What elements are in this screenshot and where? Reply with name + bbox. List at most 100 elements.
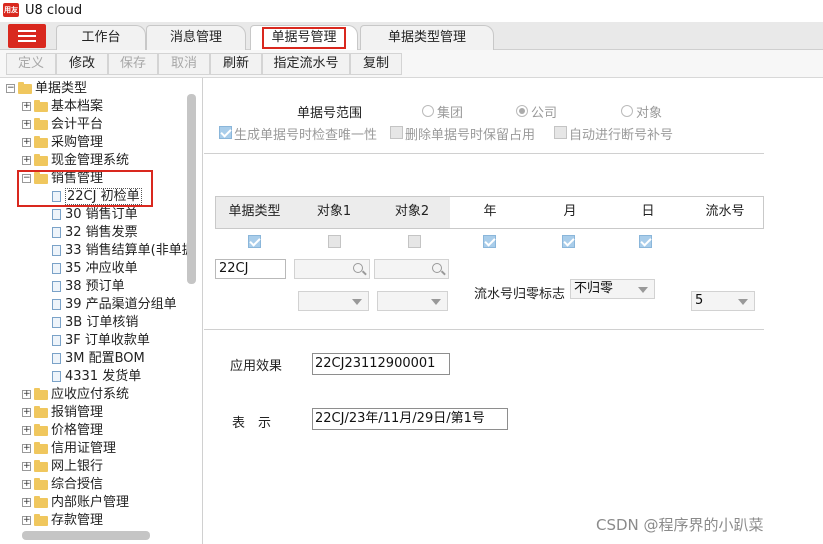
refresh-button[interactable]: 刷新 <box>210 53 262 75</box>
object1-select[interactable] <box>298 291 369 311</box>
document-icon <box>52 353 61 364</box>
expand-icon[interactable]: + <box>22 462 31 471</box>
year-checkbox[interactable] <box>483 235 496 248</box>
chevron-down-icon <box>738 299 748 305</box>
tree-root[interactable]: − 单据类型 <box>6 80 87 98</box>
copy-button[interactable]: 复制 <box>350 53 402 75</box>
expand-icon[interactable]: + <box>22 516 31 525</box>
document-type-tree: − 单据类型 + 基本档案 + 会计平台 + 采购管理 + 现金管理系统 − 销售管理 22… <box>0 78 203 544</box>
tab-document-number-management[interactable]: 单据号管理 <box>250 25 358 50</box>
tree-item-30[interactable]: 30 销售订单 <box>52 206 138 224</box>
tree-item-purchase[interactable]: + 采购管理 <box>22 134 103 152</box>
define-button[interactable]: 定义 <box>6 53 56 75</box>
collapse-icon[interactable]: − <box>6 84 15 93</box>
tree-item-label: 4331 发货单 <box>65 369 142 384</box>
tree-item-38[interactable]: 38 预订单 <box>52 278 125 296</box>
tree-item-online-bank[interactable]: + 网上银行 <box>22 458 103 476</box>
tree-item-32[interactable]: 32 销售发票 <box>52 224 138 242</box>
tree-item-label: 报销管理 <box>51 405 104 420</box>
object1-input[interactable] <box>294 259 370 279</box>
auto-fill-checkbox[interactable] <box>554 126 567 139</box>
hamburger-menu-icon[interactable] <box>8 24 46 48</box>
tree-item-39[interactable]: 39 产品渠道分组单 <box>52 296 177 314</box>
tree-item-price[interactable]: + 价格管理 <box>22 422 103 440</box>
tree-item-4331[interactable]: 4331 发货单 <box>52 368 141 386</box>
check-unique-checkbox[interactable] <box>219 126 232 139</box>
tree-item-cash[interactable]: + 现金管理系统 <box>22 152 129 170</box>
effect-value-field: 22CJ23112900001 <box>312 353 450 375</box>
tree-item-reimbursement[interactable]: + 报销管理 <box>22 404 103 422</box>
tab-bar: 工作台 消息管理 单据号管理 单据类型管理 <box>0 22 823 50</box>
tab-document-type-management[interactable]: 单据类型管理 <box>360 25 494 50</box>
radio-group[interactable] <box>422 105 434 117</box>
tab-workbench-label: 工作台 <box>81 30 121 45</box>
radio-object[interactable] <box>621 105 633 117</box>
expand-icon[interactable]: + <box>22 390 31 399</box>
tree-item-receivables[interactable]: + 应收应付系统 <box>22 386 129 404</box>
chevron-down-icon <box>352 299 362 305</box>
expand-icon[interactable]: + <box>22 156 31 165</box>
tree-item-label: 30 销售订单 <box>65 207 138 222</box>
tree-item-accounting-platform[interactable]: + 会计平台 <box>22 116 103 134</box>
serial-length-value: 5 <box>695 293 704 308</box>
modify-button[interactable]: 修改 <box>56 53 108 75</box>
tree-item-3f[interactable]: 3F 订单收款单 <box>52 332 150 350</box>
reset-flag-select[interactable]: 不归零 <box>570 279 655 299</box>
auto-fill-label: 自动进行断号补号 <box>569 128 674 143</box>
document-icon <box>52 317 61 328</box>
serial-length-select[interactable]: 5 <box>691 291 755 311</box>
cancel-button[interactable]: 取消 <box>158 53 210 75</box>
expand-icon[interactable]: + <box>22 426 31 435</box>
tree-item-3m[interactable]: 3M 配置BOM <box>52 350 145 368</box>
check-unique-label: 生成单据号时检查唯一性 <box>234 128 378 143</box>
expand-icon[interactable]: + <box>22 444 31 453</box>
tree-item-internal-account[interactable]: + 内部账户管理 <box>22 494 129 512</box>
folder-icon <box>34 135 48 148</box>
expand-icon[interactable]: + <box>22 408 31 417</box>
tree-item-letter-of-credit[interactable]: + 信用证管理 <box>22 440 116 458</box>
expand-icon[interactable]: + <box>22 120 31 129</box>
expand-icon[interactable]: + <box>22 138 31 147</box>
tree-item-credit[interactable]: + 综合授信 <box>22 476 103 494</box>
tab-workbench[interactable]: 工作台 <box>56 25 146 50</box>
radio-company-label: 公司 <box>531 106 558 121</box>
folder-icon <box>34 405 48 418</box>
document-icon <box>52 335 61 346</box>
object2-checkbox[interactable] <box>408 235 421 248</box>
tree-item-label: 综合授信 <box>51 477 104 492</box>
tree-item-deposit[interactable]: + 存款管理 <box>22 512 103 530</box>
tree-item-basic-archive[interactable]: + 基本档案 <box>22 98 103 116</box>
folder-icon <box>34 477 48 490</box>
tree-item-label: 会计平台 <box>51 117 104 132</box>
tree-item-3b[interactable]: 3B 订单核销 <box>52 314 138 332</box>
header-row-border <box>215 196 764 229</box>
day-checkbox[interactable] <box>639 235 652 248</box>
expand-icon[interactable]: + <box>22 480 31 489</box>
save-button[interactable]: 保存 <box>108 53 158 75</box>
month-checkbox[interactable] <box>562 235 575 248</box>
keep-on-delete-checkbox[interactable] <box>390 126 403 139</box>
document-icon <box>52 245 61 256</box>
document-icon <box>52 263 61 274</box>
object1-checkbox[interactable] <box>328 235 341 248</box>
object2-input[interactable] <box>374 259 449 279</box>
object2-select[interactable] <box>377 291 448 311</box>
tab-message-management[interactable]: 消息管理 <box>146 25 246 50</box>
tree-item-33[interactable]: 33 销售结算单(非单据 <box>52 242 195 260</box>
tree-item-label: 采购管理 <box>51 135 104 150</box>
tree-horizontal-scrollbar[interactable] <box>22 531 150 540</box>
expand-icon[interactable]: + <box>22 102 31 111</box>
tree-vertical-scrollbar[interactable] <box>187 94 196 284</box>
assign-serial-number-button[interactable]: 指定流水号 <box>262 53 350 75</box>
title-bar: 用友 U8 cloud <box>0 0 823 22</box>
doc-type-input[interactable]: 22CJ <box>215 259 286 279</box>
doc-type-checkbox[interactable] <box>248 235 261 248</box>
expand-icon[interactable]: + <box>22 498 31 507</box>
search-icon[interactable] <box>432 263 442 273</box>
tree-item-35[interactable]: 35 冲应收单 <box>52 260 138 278</box>
document-icon <box>52 371 61 382</box>
document-icon <box>52 209 61 220</box>
tree-item-label: 33 销售结算单(非单据 <box>65 243 195 258</box>
radio-company[interactable] <box>516 105 528 117</box>
search-icon[interactable] <box>353 263 363 273</box>
